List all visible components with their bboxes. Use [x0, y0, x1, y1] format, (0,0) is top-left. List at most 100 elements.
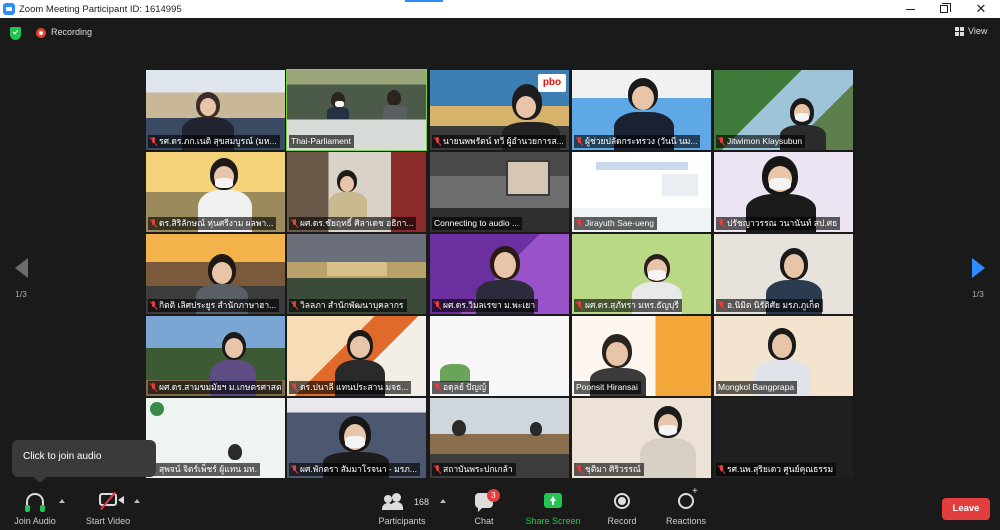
join-audio-tooltip[interactable]: Click to join audio	[12, 440, 156, 483]
participant-name-label: Thai-Parliament	[289, 135, 354, 148]
video-tile[interactable]: สถาบันพระปกเกล้า	[430, 398, 569, 478]
mic-muted-icon	[718, 219, 725, 228]
video-options-caret[interactable]	[134, 499, 140, 503]
mic-muted-icon	[576, 465, 583, 474]
participant-name-label: ดร.ปนาลี แทนประสาน มจธ...	[289, 381, 412, 394]
leave-button[interactable]: Leave	[942, 498, 990, 520]
tooltip-text: Click to join audio	[23, 451, 102, 462]
participant-name-label: ผศ.พักตรา สัมมาโรจนา - มรภ...	[289, 463, 420, 476]
participant-name-label: ชุติมา ศิริวรรณ์	[574, 463, 644, 476]
mic-muted-icon	[150, 383, 157, 392]
participants-options-caret[interactable]	[440, 499, 446, 503]
title-accent-line	[405, 0, 443, 2]
mic-muted-icon	[150, 301, 157, 310]
recording-icon	[36, 28, 46, 38]
participant-name-label: ดร.สิริลักษณ์ หุ่นศรีงาม ผลพา...	[148, 217, 277, 230]
join-audio-label: Join Audio	[14, 516, 56, 526]
video-tile[interactable]: ดร.ปนาลี แทนประสาน มจธ...	[287, 316, 426, 396]
video-tile[interactable]: รศ.นพ.สุริยเดว ศูนย์คุณธรรม	[714, 398, 853, 478]
participant-name-label: รศ.นพ.สุริยเดว ศูนย์คุณธรรม	[716, 463, 837, 476]
parliament-building	[327, 262, 387, 276]
wall-picture	[506, 160, 550, 196]
participant-name-label: ผศ.ดร.วิมลเรขา ม.พะเยา	[432, 299, 538, 312]
view-button[interactable]: View	[955, 26, 987, 36]
participant-name-label: Jitwimon Klaysubun	[716, 135, 806, 148]
participant-name-label: ผู้ช่วยปลัดกระทรวง (วันนี นม...	[574, 135, 701, 148]
participant-name-label: รศ.ดร.ภก.เนติ สุขสมบูรณ์ (มห...	[148, 135, 280, 148]
video-tile[interactable]: ผศ.ดร.วิมลเรขา ม.พะเยา	[430, 234, 569, 314]
participant-name-label: ปรัชญาวรรณ วนานันท์ สป.ศธ	[716, 217, 841, 230]
video-grid: รศ.ดร.ภก.เนติ สุขสมบูรณ์ (มห... Thai-Par…	[146, 69, 854, 478]
video-tile[interactable]: ปรัชญาวรรณ วนานันท์ สป.ศธ	[714, 152, 853, 232]
participants-button[interactable]: 168 Participants	[370, 486, 434, 530]
zoom-window: Zoom Meeting Participant ID: 1614995 ✕ R…	[0, 0, 1000, 530]
mic-muted-icon	[576, 301, 583, 310]
minimize-icon[interactable]	[895, 0, 925, 18]
record-icon	[614, 493, 630, 509]
participant-name-label: Poonsit Hiransai	[574, 381, 641, 394]
participant-name-label: ผศ.ดร.สุภัทรา มหร.ธัญบุรี	[574, 299, 682, 312]
participant-name-label: อ.นิมิต นิรัติศัย มรภ.ภูเก็ต	[716, 299, 823, 312]
recording-label: Recording	[51, 27, 93, 37]
page-indicator: 1/3	[15, 289, 27, 299]
participant-name-label: นายนพพรัตน์ ทวี ผู้อำนวยการส...	[432, 135, 566, 148]
audio-options-caret[interactable]	[59, 499, 65, 503]
status-bar: Recording View	[0, 22, 1000, 44]
mic-muted-icon	[150, 137, 157, 146]
join-audio-button[interactable]: Join Audio	[6, 486, 64, 530]
headphone-icon	[25, 493, 45, 512]
maximize-icon[interactable]	[929, 0, 959, 18]
share-screen-button[interactable]: Share Screen	[522, 486, 584, 530]
participants-count: 168	[414, 497, 430, 507]
logo-emblem	[150, 402, 164, 416]
participant-name-label: สถาบันพระปกเกล้า	[432, 463, 516, 476]
video-tile[interactable]: ดร.สิริลักษณ์ หุ่นศรีงาม ผลพา...	[146, 152, 285, 232]
video-tile[interactable]: Jitwimon Klaysubun	[714, 70, 853, 150]
grid-view-icon	[955, 26, 964, 36]
video-tile[interactable]: ชุติมา ศิริวรรณ์	[572, 398, 711, 478]
video-tile[interactable]: อ.นิมิต นิรัติศัย มรภ.ภูเก็ต	[714, 234, 853, 314]
video-tile[interactable]: ผู้ช่วยปลัดกระทรวง (วันนี นม...	[572, 70, 711, 150]
video-tile[interactable]: ผศ.ดร.สามขมมัยฯ ม.เกษตรศาสต...	[146, 316, 285, 396]
window-title: Zoom Meeting Participant ID: 1614995	[19, 3, 182, 15]
participants-label: Participants	[378, 516, 426, 526]
plant	[440, 364, 470, 382]
mic-muted-icon	[291, 301, 298, 310]
participant-name-label: ผศ.ดร.ชัยฤทธิ์ ศิลาเดช อธิกา...	[289, 217, 417, 230]
share-screen-label: Share Screen	[525, 516, 581, 526]
slide-graphic	[662, 174, 698, 196]
next-page-button[interactable]: 1/3	[968, 258, 988, 299]
video-tile[interactable]: อดุลย์ ปัญญ์	[430, 316, 569, 396]
close-icon[interactable]: ✕	[966, 0, 996, 18]
chat-unread-badge: 3	[487, 489, 500, 502]
video-tile[interactable]: ผศ.ดร.ชัยฤทธิ์ ศิลาเดช อธิกา...	[287, 152, 426, 232]
record-button[interactable]: Record	[600, 486, 644, 530]
channel-logo: pbo	[538, 74, 566, 92]
reactions-button[interactable]: Reactions	[660, 486, 712, 530]
mic-muted-icon	[718, 301, 725, 310]
mic-muted-icon	[576, 137, 583, 146]
participant-name-label: วิลลภา สำนักพัฒนาบุคลากร	[289, 299, 407, 312]
share-screen-icon	[544, 493, 562, 508]
previous-page-button[interactable]: 1/3	[11, 258, 31, 299]
participant-name-label: อดุลย์ ปัญญ์	[432, 381, 490, 394]
video-tile[interactable]: กิตติ เลิศประยูร สำนักภาษาฮา...	[146, 234, 285, 314]
video-tile[interactable]: Connecting to audio ...	[430, 152, 569, 232]
video-tile[interactable]: Jirayuth Sae-ueng	[572, 152, 711, 232]
page-indicator: 1/3	[972, 289, 984, 299]
video-tile[interactable]: ผศ.ดร.สุภัทรา มหร.ธัญบุรี	[572, 234, 711, 314]
video-tile[interactable]: วิลลภา สำนักพัฒนาบุคลากร	[287, 234, 426, 314]
participant-name-label: Jirayuth Sae-ueng	[574, 217, 657, 230]
video-tile[interactable]: สุพจน์ จิตร์เพ็ชร์ ผู้แทน มท.	[146, 398, 285, 478]
video-tile[interactable]: Thai-Parliament	[286, 69, 427, 151]
mic-muted-icon	[434, 137, 441, 146]
video-tile[interactable]: ผศ.พักตรา สัมมาโรจนา - มรภ...	[287, 398, 426, 478]
video-tile[interactable]: รศ.ดร.ภก.เนติ สุขสมบูรณ์ (มห...	[146, 70, 285, 150]
shield-icon[interactable]	[10, 27, 21, 40]
video-tile[interactable]: pbo นายนพพรัตน์ ทวี ผู้อำนวยการส...	[430, 70, 569, 150]
start-video-button[interactable]: Start Video	[78, 486, 138, 530]
video-tile[interactable]: Poonsit Hiransai	[572, 316, 711, 396]
slide-header	[596, 162, 688, 170]
participant-name-label: กิตติ เลิศประยูร สำนักภาษาฮา...	[148, 299, 280, 312]
video-tile[interactable]: Mongkol Bangprapa	[714, 316, 853, 396]
